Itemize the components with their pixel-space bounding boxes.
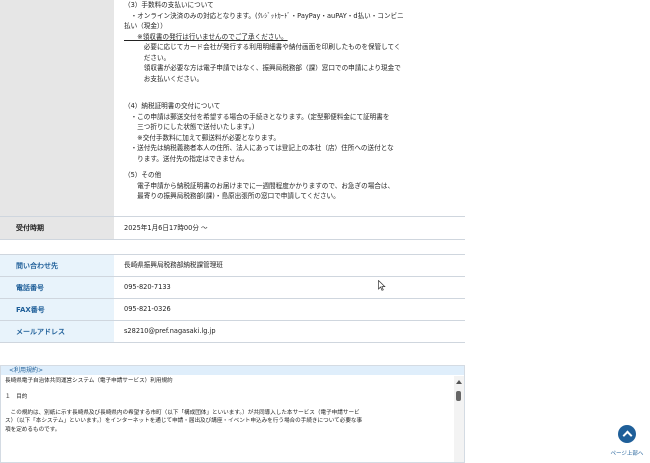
terms-header: <利用規約> [1, 366, 464, 375]
note-line: ります。送付先の指定はできません。 [124, 154, 249, 163]
note-line: 払い（現金）） [124, 22, 167, 30]
inquiry-value: 長崎県振興局税務部納税課管理班 [124, 261, 223, 270]
contact-row: 電話番号 095-820-7133 [0, 277, 465, 299]
note-line: 電子申請から納税証明書のお届けまでに一週間程度かかりますので、お急ぎの場合は、 [124, 181, 395, 190]
page-top-label[interactable]: ページ上部へ [605, 449, 649, 457]
terms-paragraph: この規約は、別紙に示す長崎県及び長崎県内の希望する市町（以下「構成団体」といいま… [5, 409, 360, 416]
note-line: ・オンライン決済のみの対応となります。(ｸﾚｼﾞｯﾄｶｰﾄﾞ・PayPay・au… [124, 11, 404, 20]
terms-section: １ 目的 [5, 393, 28, 400]
terms-box[interactable]: <利用規約> 長崎県電子自治体共同運営システム（電子申請サービス）利用規約 １ … [0, 365, 465, 463]
note-line: お支払いください。 [124, 74, 204, 83]
note-line: 領収書が必要な方は電子申請ではなく、振興局税務部（課）窓口での申請により現金で [124, 64, 401, 72]
note-line: 最寄りの振興局税務部(課)・島原出張所の窓口で申請してください。 [124, 192, 340, 200]
note-line: ※交付手数料に加えて郵送料が必要となります。 [124, 133, 280, 142]
contact-row: メールアドレス s28210@pref.nagasaki.lg.jp [0, 321, 465, 343]
terms-title: 長崎県電子自治体共同運営システム（電子申請サービス）利用規約 [5, 378, 173, 384]
fax-value: 095-821-0326 [124, 305, 171, 314]
contact-table: 問い合わせ先 長崎県振興局税務部納税課管理班 電話番号 095-820-7133… [0, 254, 465, 343]
note-line: ・この申請は郵送交付を希望する場合の手続きとなります。(定型郵便料金にて証明書を [124, 112, 390, 121]
contact-row: FAX番号 095-821-0326 [0, 299, 465, 321]
fax-label: FAX番号 [0, 299, 114, 320]
mouse-pointer-icon [378, 280, 386, 291]
phone-value: 095-820-7133 [124, 283, 171, 292]
notes-row: （3）手数料の支払いについて ・オンライン決済のみの対応となります。(ｸﾚｼﾞｯ… [0, 0, 465, 217]
page-top-link[interactable]: ページ上部へ [605, 425, 649, 457]
email-label: メールアドレス [0, 321, 114, 342]
phone-label: 電話番号 [0, 277, 114, 298]
note-line: ださい。 [124, 53, 171, 62]
note-line: 三つ折りにした状態で送付いたします。) [124, 123, 255, 131]
application-info-table: （3）手数料の支払いについて ・オンライン決済のみの対応となります。(ｸﾚｼﾞｯ… [0, 0, 465, 240]
scroll-thumb[interactable] [456, 391, 461, 401]
note-line: 必要に応じてカード会社が発行する利用明細書や納付画面を印刷したものを保管してく [124, 43, 401, 51]
receipt-notice: ※領収書の発行は行いませんのでご了承ください。 [124, 32, 288, 41]
terms-scrollbar[interactable] [454, 376, 464, 462]
note-line: （3）手数料の支払いについて [124, 1, 214, 9]
notes-header [0, 0, 114, 216]
note-line: ・送付先は納税義務者本人の住所、法人にあっては登記上の本社（店）住所への送付とな [124, 144, 394, 152]
scroll-up-icon[interactable] [456, 380, 462, 384]
inquiry-label: 問い合わせ先 [0, 255, 114, 276]
reception-row: 受付時期 2025年1月6日17時00分 〜 [0, 217, 465, 240]
contact-row: 問い合わせ先 長崎県振興局税務部納税課管理班 [0, 254, 465, 277]
note-line: （4）納税証明書の交付について [124, 102, 221, 110]
note-line: （5）その他 [124, 171, 162, 179]
terms-paragraph: 項を定めるものです。 [5, 427, 61, 434]
email-value: s28210@pref.nagasaki.lg.jp [124, 327, 216, 336]
terms-text: 長崎県電子自治体共同運営システム（電子申請サービス）利用規約 １ 目的 この規約… [1, 375, 464, 435]
terms-paragraph: ス）（以下「本システム」といいます。）をインターネットを通じて申請・届出及び講座… [5, 418, 363, 425]
reception-value: 2025年1月6日17時00分 〜 [124, 223, 208, 232]
arrow-up-icon[interactable] [618, 425, 636, 443]
reception-label: 受付時期 [0, 217, 114, 239]
notes-content: （3）手数料の支払いについて ・オンライン決済のみの対応となります。(ｸﾚｼﾞｯ… [114, 0, 465, 216]
